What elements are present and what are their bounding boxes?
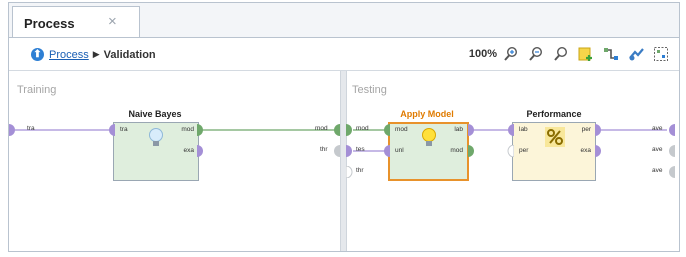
port-label-thr-source: thr bbox=[356, 167, 364, 174]
naive-bayes-operator[interactable]: tra mod exa bbox=[113, 122, 199, 181]
sink-port-ave-2[interactable] bbox=[667, 145, 675, 157]
tab-process[interactable]: Process × bbox=[12, 6, 140, 37]
lightbulb-icon bbox=[149, 128, 163, 146]
sink-port-ave-3[interactable] bbox=[667, 166, 675, 178]
zoom-in-icon[interactable] bbox=[503, 46, 519, 62]
port-label-mod-out-apply: mod bbox=[450, 147, 463, 154]
apply-model-operator[interactable]: mod unl lab mod bbox=[388, 122, 469, 181]
port-label-lab-in: lab bbox=[519, 126, 528, 133]
apply-model-lab-port[interactable] bbox=[468, 124, 475, 136]
breadcrumb-current: Validation bbox=[103, 48, 156, 61]
view-tools: 100% bbox=[469, 46, 669, 62]
source-port-mod[interactable] bbox=[346, 124, 353, 136]
port-label-ave-3: ave bbox=[652, 167, 663, 174]
performance-exa-port[interactable] bbox=[595, 145, 602, 157]
port-label-tra-in: tra bbox=[120, 126, 128, 133]
naive-bayes-input-port[interactable] bbox=[108, 124, 115, 136]
port-label-per-in: per bbox=[519, 147, 529, 154]
naive-bayes-title: Naive Bayes bbox=[128, 109, 182, 119]
port-label-ave-2: ave bbox=[652, 146, 663, 153]
apply-model-unl-input-port[interactable] bbox=[383, 145, 390, 157]
performance-lab-input-port[interactable] bbox=[507, 124, 514, 136]
apply-model-mod-input-port[interactable] bbox=[383, 124, 390, 136]
add-note-icon[interactable] bbox=[578, 46, 594, 62]
performance-per-port[interactable] bbox=[595, 124, 602, 136]
breadcrumb-process-link[interactable]: Process bbox=[49, 49, 89, 61]
performance-title: Performance bbox=[526, 109, 582, 119]
port-label-tra: tra bbox=[27, 125, 35, 132]
port-label-ave-1: ave bbox=[652, 125, 663, 132]
arrange-icon[interactable] bbox=[653, 46, 669, 62]
port-label-mod-out: mod bbox=[181, 126, 194, 133]
breadcrumb-separator-icon: ▶ bbox=[92, 49, 100, 59]
zoom-out-icon[interactable] bbox=[528, 46, 544, 62]
port-label-thr-left: thr bbox=[320, 146, 328, 153]
port-label-exa-out-perf: exa bbox=[580, 147, 591, 154]
source-port-tra[interactable] bbox=[9, 124, 17, 136]
source-port-tes[interactable] bbox=[346, 145, 353, 157]
process-toolbar: ⬆ Process ▶ Validation 100% bbox=[9, 37, 679, 71]
naive-bayes-mod-port[interactable] bbox=[197, 124, 204, 136]
naive-bayes-exa-port[interactable] bbox=[197, 145, 204, 157]
performance-per-input-port[interactable] bbox=[507, 145, 514, 157]
tab-bar: Process × bbox=[9, 3, 679, 37]
breadcrumb: ⬆ Process ▶ Validation bbox=[31, 48, 156, 61]
source-port-thr[interactable] bbox=[346, 166, 353, 178]
sink-port-thr-left[interactable] bbox=[332, 145, 340, 157]
lightbulb-icon bbox=[422, 128, 436, 146]
tab-title: Process bbox=[24, 16, 75, 31]
port-label-per-out: per bbox=[581, 126, 591, 133]
apply-model-title: Apply Model bbox=[400, 109, 454, 119]
up-arrow-icon[interactable]: ⬆ bbox=[31, 48, 44, 61]
percent-icon bbox=[545, 127, 565, 147]
process-canvas[interactable]: Training Testing tra mod Naive Bayes tra… bbox=[9, 71, 679, 251]
sink-port-mod[interactable] bbox=[332, 124, 340, 136]
port-label-mod-in: mod bbox=[395, 126, 408, 133]
port-label-exa-out: exa bbox=[183, 147, 194, 154]
performance-operator[interactable]: lab per per exa bbox=[512, 122, 596, 181]
port-label-lab-out: lab bbox=[454, 126, 463, 133]
close-icon[interactable]: × bbox=[108, 13, 117, 30]
process-panel: Process × ⬆ Process ▶ Validation 100% Tr… bbox=[8, 2, 680, 252]
zoom-fit-icon[interactable] bbox=[553, 46, 569, 62]
auto-wire-icon[interactable] bbox=[603, 46, 619, 62]
port-label-mod-source: mod bbox=[356, 125, 369, 132]
apply-model-mod-port[interactable] bbox=[468, 145, 475, 157]
show-order-icon[interactable] bbox=[628, 46, 644, 62]
port-label-unl-in: unl bbox=[395, 147, 404, 154]
sink-port-ave-1[interactable] bbox=[667, 124, 675, 136]
port-label-tes-source: tes bbox=[356, 146, 365, 153]
port-label-mod-sink: mod bbox=[315, 125, 328, 132]
zoom-level: 100% bbox=[468, 48, 497, 60]
